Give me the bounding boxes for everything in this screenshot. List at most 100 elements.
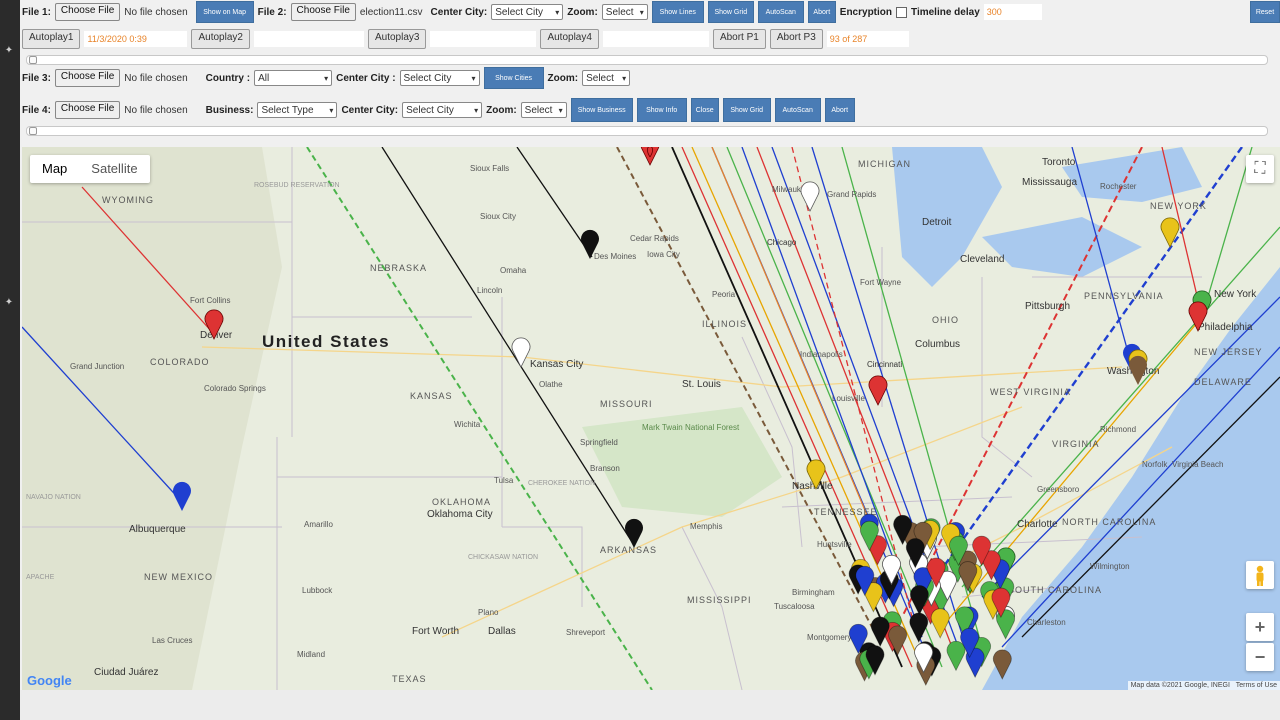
label-illinois: ILLINOIS <box>702 319 747 329</box>
label-peoria: Peoria <box>712 290 736 299</box>
label-huntsville: Huntsville <box>817 540 852 549</box>
center-city-select-4[interactable]: Select City ▾ <box>402 102 483 118</box>
autoscan-button-4[interactable]: AutoScan <box>774 98 821 122</box>
label-chickasaw-nation: CHICKASAW NATION <box>468 554 538 561</box>
label-chicago: Chicago <box>767 238 797 247</box>
show-business-button[interactable]: Show Business <box>570 98 633 122</box>
autoplay3-time <box>430 31 537 47</box>
show-cities-button[interactable]: Show Cities <box>483 67 544 89</box>
label-new-york-state: NEW YORK <box>1150 201 1207 211</box>
zoom-label-4: Zoom: <box>486 104 517 116</box>
encryption-checkbox[interactable] <box>896 6 908 18</box>
settings-icon[interactable]: ✦ <box>2 296 16 310</box>
autoplay4-time <box>602 31 709 47</box>
timeline-delay-input[interactable]: 300 <box>983 4 1042 20</box>
zoom-select-value: Select <box>586 72 614 84</box>
label-memphis: Memphis <box>690 522 722 531</box>
satellite-tab[interactable]: Satellite <box>79 155 149 183</box>
label-cincinnati: Cincinnati <box>867 360 902 369</box>
show-grid-button-4[interactable]: Show Grid <box>722 98 771 122</box>
encryption-label: Encryption <box>839 6 893 18</box>
chevron-down-icon: ▾ <box>474 105 479 115</box>
label-west-virginia: WEST VIRGINIA <box>990 387 1071 397</box>
slider-knob[interactable] <box>29 127 37 135</box>
label-grand-rapids: Grand Rapids <box>827 190 876 199</box>
timeline-slider-1[interactable] <box>26 55 1268 65</box>
label-shreveport: Shreveport <box>566 628 606 637</box>
slider-knob[interactable] <box>29 56 37 64</box>
abort-p3-button[interactable]: Abort P3 <box>769 29 823 49</box>
autoplay3-button[interactable]: Autoplay3 <box>367 29 427 49</box>
file3-status: No file chosen <box>124 72 188 84</box>
map-svg: Sioux Falls Sioux City Des Moines Cedar … <box>22 147 1280 690</box>
close-button[interactable]: Close <box>690 98 719 122</box>
show-info-button[interactable]: Show Info <box>636 98 687 122</box>
center-city-select-value: Select City <box>406 104 454 116</box>
pegman-icon[interactable] <box>1246 561 1274 589</box>
business-select[interactable]: Select Type ▾ <box>257 102 338 118</box>
center-city-select[interactable]: Select City ▾ <box>491 4 564 20</box>
extension-icon[interactable]: ✦ <box>2 44 16 58</box>
label-olathe: Olathe <box>539 380 563 389</box>
label-tuscaloosa: Tuscaloosa <box>774 602 815 611</box>
timeline-delay-label: Timeline delay <box>911 6 980 18</box>
label-kansas: KANSAS <box>410 391 453 401</box>
autoscan-button[interactable]: AutoScan <box>757 1 804 23</box>
label-columbus: Columbus <box>915 339 960 350</box>
abort-p1-button[interactable]: Abort P1 <box>712 29 766 49</box>
label-new-york: New York <box>1214 289 1257 300</box>
zoom-select-value: Select <box>524 104 553 116</box>
zoom-select-4[interactable]: Select ▾ <box>520 102 567 118</box>
show-on-map-button[interactable]: Show on Map <box>195 1 254 23</box>
autoplay2-button[interactable]: Autoplay2 <box>191 29 250 49</box>
label-new-jersey: NEW JERSEY <box>1194 347 1263 357</box>
label-arkansas: ARKANSAS <box>600 545 657 555</box>
label-greensboro: Greensboro <box>1037 485 1080 494</box>
terms-link[interactable]: Terms of Use <box>1236 682 1277 689</box>
label-las-cruces: Las Cruces <box>152 636 192 645</box>
timeline-slider-2[interactable] <box>26 126 1268 136</box>
show-grid-button[interactable]: Show Grid <box>707 1 754 23</box>
map-canvas[interactable]: Sioux Falls Sioux City Des Moines Cedar … <box>22 147 1280 690</box>
zoom-out-button[interactable]: − <box>1246 643 1274 671</box>
bottom-strip <box>20 690 1280 720</box>
toolbar-row-4: File 4: Choose File No file chosen Busin… <box>22 98 1280 122</box>
label-indianapolis: Indianapolis <box>800 350 843 359</box>
zoom-select-3[interactable]: Select ▾ <box>582 70 631 86</box>
autoplay1-button[interactable]: Autoplay1 <box>22 29 81 49</box>
label-lubbock: Lubbock <box>302 586 333 595</box>
label-tulsa: Tulsa <box>494 476 514 485</box>
label-new-mexico: NEW MEXICO <box>144 572 213 582</box>
zoom-in-button[interactable]: + <box>1246 613 1274 641</box>
chevron-down-icon: ▾ <box>324 73 329 83</box>
label-rosebud-reservation: ROSEBUD RESERVATION <box>254 182 340 189</box>
label-cedar-rapids: Cedar Rapids <box>630 234 679 243</box>
label-north-carolina: NORTH CAROLINA <box>1062 517 1156 527</box>
autoplay4-button[interactable]: Autoplay4 <box>540 29 599 49</box>
abort-button[interactable]: Abort <box>807 1 836 23</box>
progress-counter: 93 of 287 <box>826 31 909 47</box>
label-south-carolina: SOUTH CAROLINA <box>1008 585 1102 595</box>
file4-choose-button[interactable]: Choose File <box>54 101 121 119</box>
toolbar-row-3: File 3: Choose File No file chosen Count… <box>22 67 1280 89</box>
country-select[interactable]: All ▾ <box>254 70 333 86</box>
label-grand-junction: Grand Junction <box>70 362 124 371</box>
label-lincoln: Lincoln <box>477 286 502 295</box>
file1-choose-button[interactable]: Choose File <box>54 3 121 21</box>
center-city-select-3[interactable]: Select City ▾ <box>399 70 480 86</box>
abort-button-4[interactable]: Abort <box>824 98 855 122</box>
map-tab[interactable]: Map <box>30 155 79 183</box>
file2-choose-button[interactable]: Choose File <box>290 3 356 21</box>
business-label: Business: <box>205 104 254 116</box>
file3-label: File 3: <box>22 72 51 84</box>
file4-status: No file chosen <box>124 104 188 116</box>
label-wichita: Wichita <box>454 420 481 429</box>
file3-choose-button[interactable]: Choose File <box>54 69 121 87</box>
zoom-select[interactable]: Select ▾ <box>601 4 648 20</box>
show-lines-button[interactable]: Show Lines <box>651 1 704 23</box>
label-mississauga: Mississauga <box>1022 177 1077 188</box>
label-virginia: VIRGINIA <box>1052 439 1100 449</box>
fullscreen-icon[interactable]: ⛶ <box>1246 155 1274 183</box>
map-attribution: Map data ©2021 Google, INEGI Terms of Us… <box>1127 681 1280 690</box>
reset-button[interactable]: Reset <box>1250 1 1280 23</box>
